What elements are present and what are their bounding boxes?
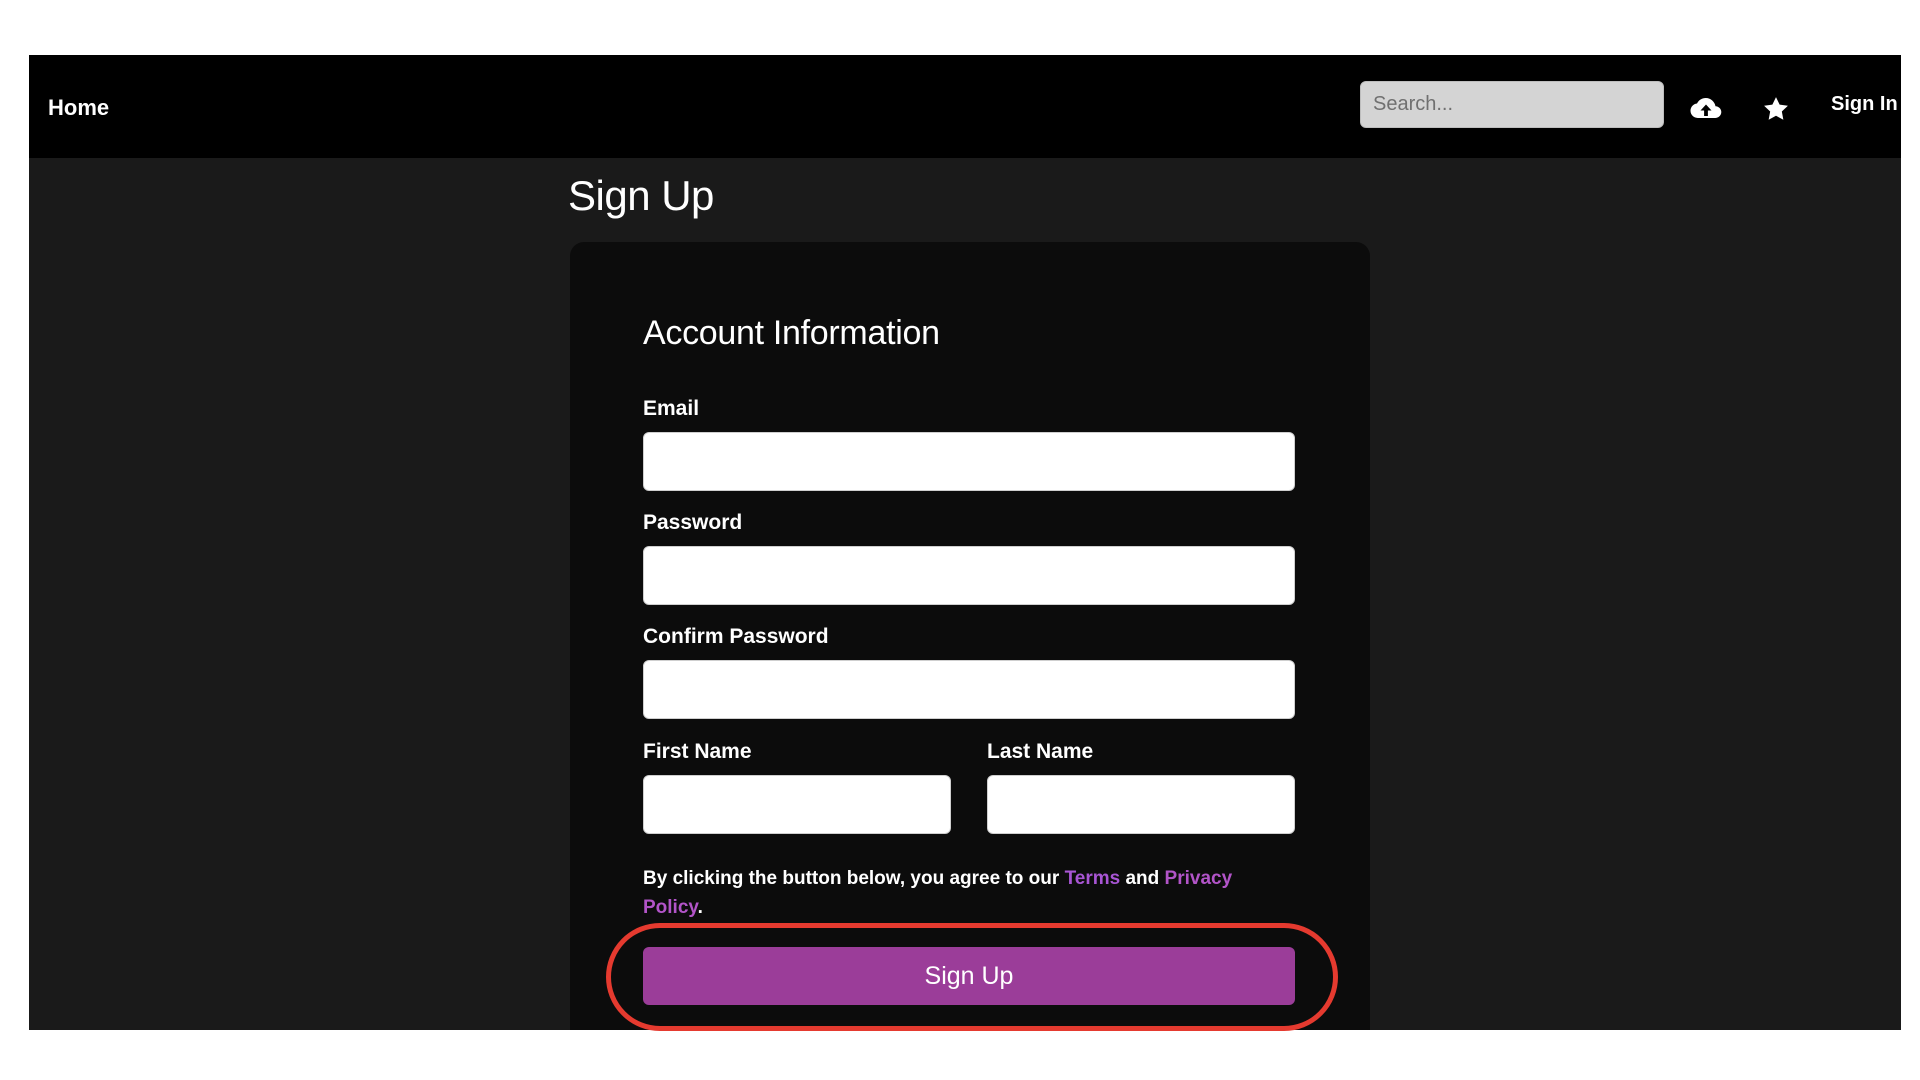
email-label: Email	[643, 397, 700, 420]
nav-home-link[interactable]: Home	[48, 95, 109, 121]
page-title: Sign Up	[568, 172, 714, 219]
agreement-prefix: By clicking the button below, you agree …	[643, 868, 1065, 889]
cloud-upload-icon[interactable]	[1690, 93, 1722, 125]
star-icon[interactable]	[1760, 93, 1792, 125]
section-title: Account Information	[643, 314, 940, 352]
password-label: Password	[643, 511, 743, 534]
last-name-field[interactable]	[987, 775, 1295, 834]
confirm-password-label: Confirm Password	[643, 625, 829, 648]
last-name-label: Last Name	[987, 740, 1094, 763]
email-field[interactable]	[643, 432, 1295, 491]
first-name-field[interactable]	[643, 775, 951, 834]
search-input[interactable]	[1360, 81, 1664, 128]
first-name-label: First Name	[643, 740, 752, 763]
top-navbar: Home Sign In	[29, 55, 1901, 158]
signup-form-card: Account Information Email Password Confi…	[570, 242, 1370, 1030]
sign-up-button[interactable]: Sign Up	[643, 947, 1295, 1005]
nav-sign-in-link[interactable]: Sign In	[1831, 93, 1898, 116]
password-field[interactable]	[643, 546, 1295, 605]
agreement-suffix: .	[697, 897, 703, 918]
agreement-text: By clicking the button below, you agree …	[643, 864, 1283, 922]
app-window: Home Sign In Sign Up Account Information…	[29, 55, 1901, 1030]
terms-link[interactable]: Terms	[1065, 868, 1121, 889]
agreement-and: and	[1120, 868, 1165, 889]
confirm-password-field[interactable]	[643, 660, 1295, 719]
